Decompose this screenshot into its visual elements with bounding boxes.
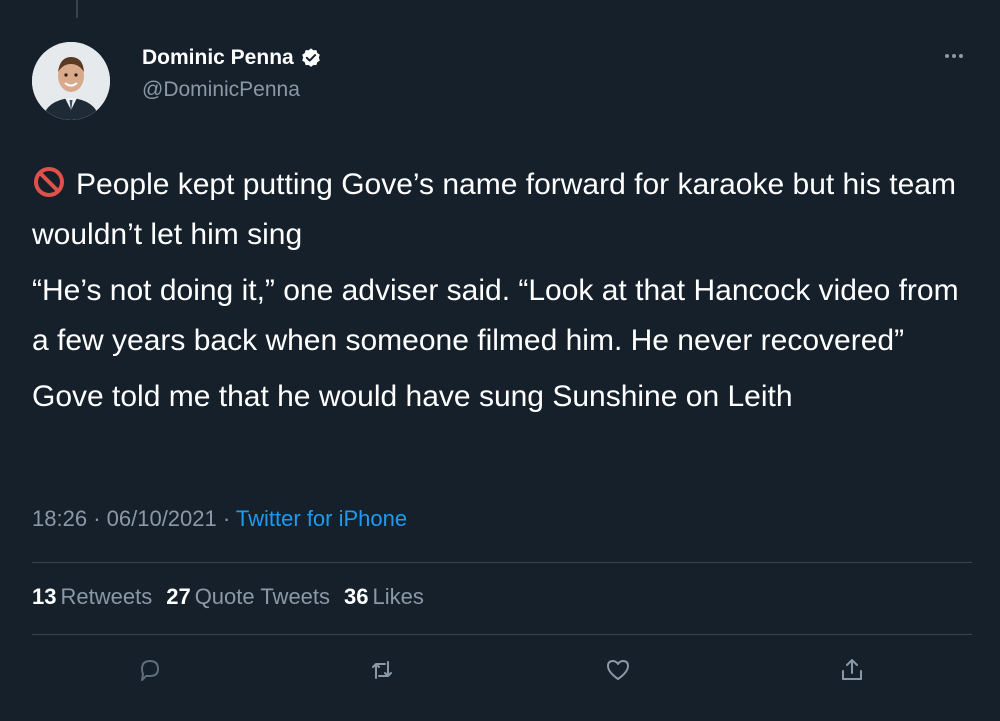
tweet-text: People kept putting Gove’s name forward … [32,160,972,428]
likes-label: Likes [372,584,424,609]
retweets-stat[interactable]: 13 Retweets [32,584,152,610]
thread-connector-line [76,0,78,18]
tweet-meta: 18:26 · 06/10/2021 · Twitter for iPhone [32,506,407,532]
retweet-icon[interactable] [362,650,402,690]
tweet-paragraph: People kept putting Gove’s name forward … [32,160,972,260]
divider [32,634,972,635]
divider [32,562,972,563]
quote-tweets-stat[interactable]: 27 Quote Tweets [166,584,330,610]
share-icon[interactable] [832,650,872,690]
no-entry-sign-icon [32,165,66,199]
retweets-label: Retweets [60,584,153,609]
tweet-source-link[interactable]: Twitter for iPhone [236,506,407,531]
tweet-paragraph: Gove told me that he would have sung Sun… [32,380,793,413]
meta-separator: · [93,506,101,531]
likes-stat[interactable]: 36 Likes [344,584,424,610]
tweet-header: Dominic Penna @DominicPenna [32,28,972,128]
author-name-row: Dominic Penna [142,46,322,70]
likes-count: 36 [344,584,369,609]
tweet-paragraph: “He’s not doing it,” one adviser said. “… [32,274,959,357]
avatar[interactable] [32,42,110,120]
tweet-actions [32,650,972,700]
more-icon[interactable] [940,46,968,66]
meta-separator: · [222,506,231,531]
tweet-time[interactable]: 18:26 [32,506,87,531]
tweet-date[interactable]: 06/10/2021 [107,506,217,531]
quotes-count: 27 [166,584,191,609]
reply-icon[interactable] [130,650,170,690]
tweet-stats: 13 Retweets 27 Quote Tweets 36 Likes [32,584,424,610]
quotes-label: Quote Tweets [194,584,331,609]
author-name[interactable]: Dominic Penna [142,46,294,70]
author-handle[interactable]: @DominicPenna [142,78,300,102]
heart-icon[interactable] [598,650,638,690]
verified-badge-icon [300,47,322,69]
retweets-count: 13 [32,584,57,609]
avatar-image [32,42,110,120]
